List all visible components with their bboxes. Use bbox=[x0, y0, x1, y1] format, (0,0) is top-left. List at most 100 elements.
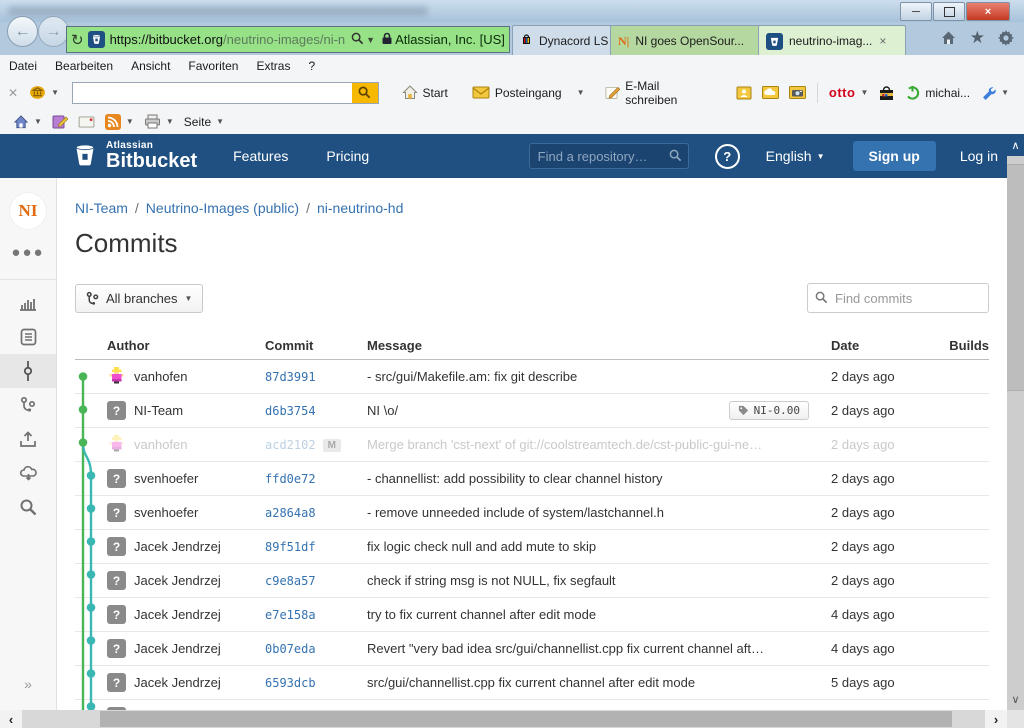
contacts-icon[interactable] bbox=[731, 83, 757, 103]
commit-hash-link[interactable]: e7e158a bbox=[259, 608, 316, 622]
otto-button[interactable]: otto ▼ bbox=[824, 82, 873, 103]
commit-hash-link[interactable]: acd2102 bbox=[259, 438, 316, 452]
horizontal-scroll-thumb[interactable] bbox=[100, 711, 952, 727]
tag-badge[interactable]: NI-0.00 bbox=[729, 401, 809, 420]
help-icon[interactable]: ? bbox=[715, 144, 740, 169]
sidebar-item-source[interactable] bbox=[0, 320, 56, 354]
commit-hash-link[interactable]: 6593dcb bbox=[259, 676, 316, 690]
toolbar-search-button[interactable] bbox=[352, 83, 378, 103]
vertical-scroll-thumb[interactable] bbox=[1007, 164, 1024, 391]
bank-app-icon[interactable]: ▼ bbox=[24, 82, 64, 103]
bank-dropdown-caret[interactable]: ▼ bbox=[51, 88, 59, 97]
inbox-button[interactable]: Posteingang ▼ bbox=[467, 83, 590, 103]
start-button[interactable]: Start bbox=[397, 82, 453, 103]
address-dropdown-caret[interactable]: ▼ bbox=[366, 35, 375, 45]
log-in-link[interactable]: Log in bbox=[960, 148, 998, 164]
compose-button[interactable]: E-Mail schreiben bbox=[600, 76, 713, 110]
scroll-up-button[interactable]: ∧ bbox=[1007, 134, 1024, 156]
menu-hilfe[interactable]: ? bbox=[299, 59, 324, 73]
sidebar-more-icon[interactable]: ●●● bbox=[0, 244, 56, 261]
sidebar-item-branches[interactable] bbox=[0, 388, 56, 422]
sidebar-item-commits[interactable] bbox=[0, 354, 56, 388]
find-commits-input[interactable] bbox=[807, 283, 989, 313]
refresh-icon[interactable]: ↻ bbox=[71, 31, 84, 49]
address-bar[interactable]: ↻ https://bitbucket.org /neutrino-images… bbox=[66, 26, 510, 53]
breadcrumb-repo-link[interactable]: ni-neutrino-hd bbox=[317, 200, 403, 216]
commit-hash-link[interactable]: d6b3754 bbox=[259, 404, 316, 418]
menu-favoriten[interactable]: Favoriten bbox=[179, 59, 247, 73]
home-icon[interactable] bbox=[940, 30, 957, 51]
account-button[interactable]: michai... bbox=[900, 82, 975, 103]
commit-hash-link[interactable]: 89f51df bbox=[259, 540, 316, 554]
bitbucket-logo[interactable]: Atlassian Bitbucket bbox=[72, 141, 197, 171]
home-dropdown-caret[interactable]: ▼ bbox=[34, 117, 42, 126]
home-page-button[interactable]: ▼ bbox=[8, 112, 47, 132]
sidebar-item-downloads[interactable] bbox=[0, 456, 56, 490]
scroll-right-button[interactable]: › bbox=[985, 710, 1007, 728]
cloud-icon[interactable] bbox=[757, 83, 784, 102]
read-mail-icon[interactable] bbox=[73, 113, 100, 131]
shopping-bag-icon[interactable] bbox=[873, 82, 900, 104]
sidebar-item-search[interactable] bbox=[0, 490, 56, 524]
horizontal-scrollbar[interactable]: ‹ › bbox=[0, 710, 1024, 728]
breadcrumb-team-link[interactable]: NI-Team bbox=[75, 200, 128, 216]
nav-features-link[interactable]: Features bbox=[233, 148, 288, 164]
rss-dropdown-caret[interactable]: ▼ bbox=[126, 117, 134, 126]
language-dropdown[interactable]: English ▼ bbox=[766, 148, 825, 164]
scroll-down-button[interactable]: ∨ bbox=[1007, 688, 1024, 710]
menu-datei[interactable]: Datei bbox=[0, 59, 46, 73]
tab-2[interactable]: N| NI goes OpenSour... bbox=[610, 25, 772, 56]
favorites-star-icon[interactable]: ★ bbox=[970, 30, 985, 51]
commit-hash-link[interactable]: ffd0e72 bbox=[259, 472, 316, 486]
cert-lock-icon[interactable] bbox=[381, 32, 393, 48]
tools-dropdown-caret[interactable]: ▼ bbox=[1001, 88, 1009, 97]
branch-filter-button[interactable]: All branches ▼ bbox=[75, 284, 203, 313]
tab-1[interactable]: Dynacord LS 25 | e... bbox=[512, 25, 624, 56]
commit-hash-link[interactable]: 87d3991 bbox=[259, 370, 316, 384]
scroll-left-button[interactable]: ‹ bbox=[0, 710, 22, 728]
author-name: Jacek Jendrzej bbox=[134, 539, 221, 554]
otto-dropdown-caret[interactable]: ▼ bbox=[860, 88, 868, 97]
page-menu-button[interactable]: Seite ▼ bbox=[179, 112, 229, 132]
minimize-button[interactable]: ─ bbox=[900, 2, 932, 21]
tools-button[interactable]: ▼ bbox=[975, 82, 1014, 104]
sidebar-expand-icon[interactable]: » bbox=[0, 676, 56, 692]
bitbucket-header: Atlassian Bitbucket Features Pricing ? E… bbox=[0, 134, 1024, 178]
sidebar-item-overview[interactable] bbox=[0, 286, 56, 320]
breadcrumb-project-link[interactable]: Neutrino-Images (public) bbox=[146, 200, 299, 216]
col-date: Date bbox=[819, 338, 937, 353]
repo-avatar[interactable]: NI bbox=[9, 192, 47, 230]
repo-search-input[interactable] bbox=[529, 143, 689, 169]
commit-hash-link[interactable]: 0b07eda bbox=[259, 642, 316, 656]
favorites-add-icon[interactable] bbox=[47, 112, 73, 132]
toolbar-search-input[interactable] bbox=[72, 82, 379, 104]
back-button[interactable]: ← bbox=[7, 16, 38, 47]
cert-name[interactable]: Atlassian, Inc. [US] bbox=[395, 32, 505, 47]
commit-hash-link[interactable]: c9e8a57 bbox=[259, 574, 316, 588]
print-button[interactable]: ▼ bbox=[139, 111, 179, 132]
nav-pricing-link[interactable]: Pricing bbox=[326, 148, 369, 164]
vertical-scrollbar[interactable]: ∧ ∨ bbox=[1007, 134, 1024, 710]
print-dropdown-caret[interactable]: ▼ bbox=[166, 117, 174, 126]
menu-bearbeiten[interactable]: Bearbeiten bbox=[46, 59, 122, 73]
forward-button[interactable]: → bbox=[38, 16, 69, 47]
settings-gear-icon[interactable] bbox=[998, 30, 1014, 51]
address-search-icon[interactable] bbox=[351, 32, 364, 48]
menu-ansicht[interactable]: Ansicht bbox=[122, 59, 179, 73]
sign-up-button[interactable]: Sign up bbox=[853, 141, 936, 171]
tab-close-icon[interactable]: × bbox=[879, 34, 886, 48]
commit-hash-link[interactable]: a2864a8 bbox=[259, 506, 316, 520]
inbox-dropdown-caret[interactable]: ▼ bbox=[577, 88, 585, 97]
tab-1-favicon bbox=[520, 33, 533, 49]
toolbar-close-icon[interactable]: ✕ bbox=[8, 86, 18, 100]
camera-icon[interactable] bbox=[784, 83, 811, 102]
sidebar-item-pull-requests[interactable] bbox=[0, 422, 56, 456]
maximize-button[interactable] bbox=[933, 2, 965, 21]
rss-feed-button[interactable]: ▼ bbox=[100, 111, 139, 133]
window-titlebar: ─ × bbox=[0, 0, 1024, 22]
tab-3-active[interactable]: neutrino-imag... × bbox=[758, 25, 906, 56]
commit-row: vanhofen87d3991- src/gui/Makefile.am: fi… bbox=[75, 360, 989, 394]
menu-extras[interactable]: Extras bbox=[247, 59, 299, 73]
close-button[interactable]: × bbox=[966, 2, 1010, 21]
page-dropdown-caret[interactable]: ▼ bbox=[216, 117, 224, 126]
